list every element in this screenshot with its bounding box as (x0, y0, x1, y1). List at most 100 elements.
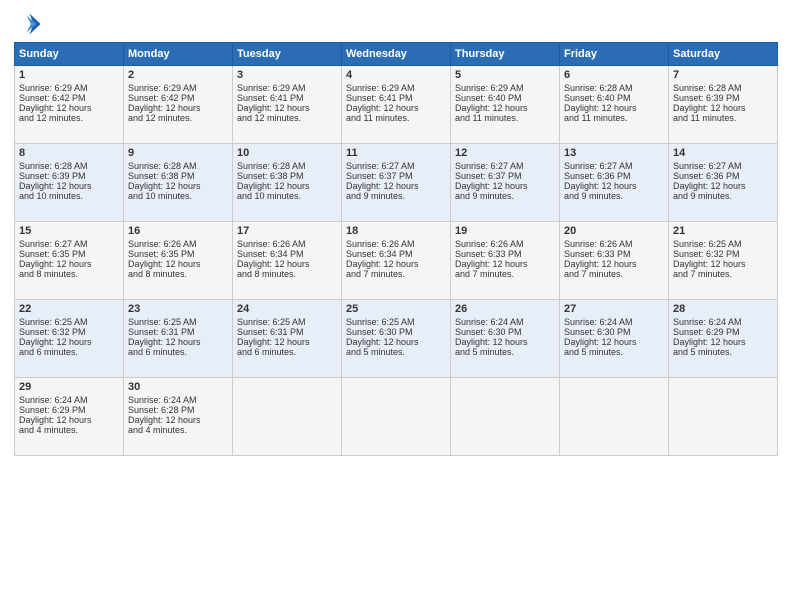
day-number: 4 (346, 69, 446, 81)
header-sunday: Sunday (15, 43, 124, 66)
day-info: Daylight: 12 hours (237, 103, 337, 113)
day-info: Sunset: 6:38 PM (128, 171, 228, 181)
day-info: Daylight: 12 hours (564, 259, 664, 269)
day-cell: 15Sunrise: 6:27 AMSunset: 6:35 PMDayligh… (15, 222, 124, 300)
day-cell (560, 378, 669, 456)
day-info: Daylight: 12 hours (346, 181, 446, 191)
day-cell: 26Sunrise: 6:24 AMSunset: 6:30 PMDayligh… (451, 300, 560, 378)
day-cell: 21Sunrise: 6:25 AMSunset: 6:32 PMDayligh… (669, 222, 778, 300)
day-info: and 4 minutes. (19, 425, 119, 435)
day-cell: 4Sunrise: 6:29 AMSunset: 6:41 PMDaylight… (342, 66, 451, 144)
day-cell: 12Sunrise: 6:27 AMSunset: 6:37 PMDayligh… (451, 144, 560, 222)
day-number: 7 (673, 69, 773, 81)
day-number: 22 (19, 303, 119, 315)
day-info: and 10 minutes. (128, 191, 228, 201)
week-row-4: 22Sunrise: 6:25 AMSunset: 6:32 PMDayligh… (15, 300, 778, 378)
day-info: Sunset: 6:29 PM (19, 405, 119, 415)
day-number: 27 (564, 303, 664, 315)
day-info: Sunrise: 6:27 AM (346, 161, 446, 171)
day-info: Sunrise: 6:29 AM (128, 83, 228, 93)
day-info: Daylight: 12 hours (455, 181, 555, 191)
day-info: Daylight: 12 hours (19, 415, 119, 425)
day-number: 5 (455, 69, 555, 81)
day-info: Daylight: 12 hours (455, 259, 555, 269)
day-info: Sunset: 6:39 PM (673, 93, 773, 103)
day-info: and 9 minutes. (346, 191, 446, 201)
day-number: 2 (128, 69, 228, 81)
day-info: and 5 minutes. (455, 347, 555, 357)
day-info: Sunrise: 6:26 AM (128, 239, 228, 249)
day-info: Daylight: 12 hours (19, 181, 119, 191)
day-info: Sunset: 6:37 PM (346, 171, 446, 181)
day-info: Sunset: 6:33 PM (564, 249, 664, 259)
day-info: Sunset: 6:38 PM (237, 171, 337, 181)
day-info: Sunset: 6:40 PM (455, 93, 555, 103)
day-info: Sunrise: 6:26 AM (564, 239, 664, 249)
day-info: Daylight: 12 hours (128, 181, 228, 191)
day-info: Sunrise: 6:27 AM (564, 161, 664, 171)
day-info: Daylight: 12 hours (128, 337, 228, 347)
day-cell: 11Sunrise: 6:27 AMSunset: 6:37 PMDayligh… (342, 144, 451, 222)
day-info: Daylight: 12 hours (19, 103, 119, 113)
day-info: Daylight: 12 hours (19, 337, 119, 347)
day-info: Daylight: 12 hours (455, 103, 555, 113)
day-info: Sunrise: 6:25 AM (128, 317, 228, 327)
day-info: Sunrise: 6:25 AM (19, 317, 119, 327)
day-cell: 8Sunrise: 6:28 AMSunset: 6:39 PMDaylight… (15, 144, 124, 222)
day-info: Sunrise: 6:27 AM (673, 161, 773, 171)
day-cell: 13Sunrise: 6:27 AMSunset: 6:36 PMDayligh… (560, 144, 669, 222)
day-number: 26 (455, 303, 555, 315)
day-info: Sunset: 6:35 PM (128, 249, 228, 259)
day-cell: 18Sunrise: 6:26 AMSunset: 6:34 PMDayligh… (342, 222, 451, 300)
day-info: Sunset: 6:32 PM (673, 249, 773, 259)
day-cell (342, 378, 451, 456)
day-info: and 11 minutes. (455, 113, 555, 123)
day-info: and 7 minutes. (455, 269, 555, 279)
day-info: Daylight: 12 hours (564, 337, 664, 347)
day-info: and 7 minutes. (564, 269, 664, 279)
day-info: and 9 minutes. (673, 191, 773, 201)
day-info: Sunset: 6:34 PM (237, 249, 337, 259)
day-info: and 10 minutes. (237, 191, 337, 201)
day-info: Sunrise: 6:26 AM (455, 239, 555, 249)
day-info: Sunset: 6:36 PM (564, 171, 664, 181)
day-number: 8 (19, 147, 119, 159)
day-info: and 4 minutes. (128, 425, 228, 435)
day-number: 16 (128, 225, 228, 237)
day-info: and 7 minutes. (346, 269, 446, 279)
day-info: and 9 minutes. (564, 191, 664, 201)
page-container: SundayMondayTuesdayWednesdayThursdayFrid… (0, 0, 792, 466)
day-info: Sunrise: 6:24 AM (455, 317, 555, 327)
day-number: 12 (455, 147, 555, 159)
header-saturday: Saturday (669, 43, 778, 66)
day-cell: 2Sunrise: 6:29 AMSunset: 6:42 PMDaylight… (124, 66, 233, 144)
day-info: and 9 minutes. (455, 191, 555, 201)
day-info: Sunset: 6:31 PM (237, 327, 337, 337)
day-info: and 8 minutes. (237, 269, 337, 279)
day-info: Daylight: 12 hours (237, 181, 337, 191)
day-number: 17 (237, 225, 337, 237)
day-info: Daylight: 12 hours (673, 259, 773, 269)
day-cell: 9Sunrise: 6:28 AMSunset: 6:38 PMDaylight… (124, 144, 233, 222)
day-number: 1 (19, 69, 119, 81)
day-number: 13 (564, 147, 664, 159)
day-info: Daylight: 12 hours (237, 259, 337, 269)
day-info: Sunset: 6:41 PM (237, 93, 337, 103)
day-info: and 6 minutes. (19, 347, 119, 357)
day-number: 10 (237, 147, 337, 159)
day-cell: 17 Sunrise: 6:26 AMSunset: 6:34 PMDayligh… (233, 222, 342, 300)
day-number: 29 (19, 381, 119, 393)
day-number: 24 (237, 303, 337, 315)
day-info: and 5 minutes. (346, 347, 446, 357)
day-info: and 11 minutes. (673, 113, 773, 123)
day-info: and 11 minutes. (564, 113, 664, 123)
day-cell: 19Sunrise: 6:26 AMSunset: 6:33 PMDayligh… (451, 222, 560, 300)
day-number: 9 (128, 147, 228, 159)
day-info: and 12 minutes. (19, 113, 119, 123)
day-cell: 6Sunrise: 6:28 AMSunset: 6:40 PMDaylight… (560, 66, 669, 144)
day-info: and 10 minutes. (19, 191, 119, 201)
day-info: Sunrise: 6:26 AM (237, 239, 337, 249)
day-info: and 7 minutes. (673, 269, 773, 279)
day-info: Sunset: 6:33 PM (455, 249, 555, 259)
day-info: Sunset: 6:42 PM (128, 93, 228, 103)
